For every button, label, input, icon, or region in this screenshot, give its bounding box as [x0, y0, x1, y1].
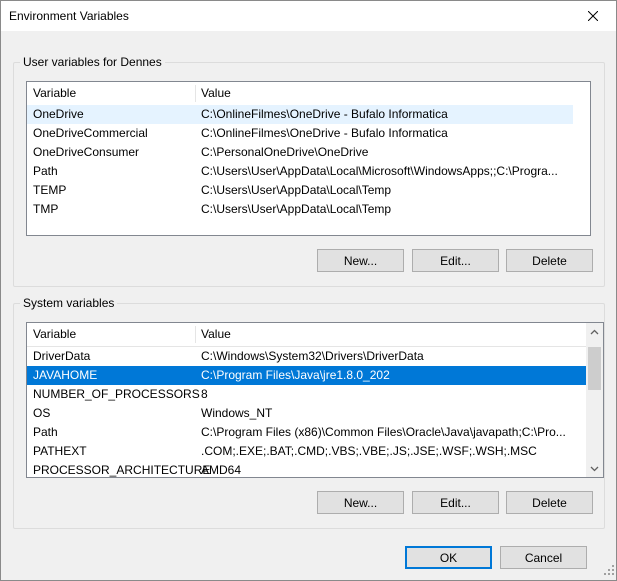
user-variables-group: User variables for Dennes Variable Value… [13, 55, 605, 287]
system-edit-button[interactable]: Edit... [412, 491, 499, 514]
scroll-up-button[interactable] [586, 323, 603, 340]
variable-name: Path [33, 425, 58, 439]
chevron-up-icon [590, 329, 599, 334]
variable-name: PROCESSOR_ARCHITECTURE [33, 463, 211, 477]
column-header-value[interactable]: Value [195, 323, 575, 346]
variable-name: PATHEXT [33, 444, 87, 458]
table-row[interactable]: OS Windows_NT [27, 404, 586, 423]
variable-value: C:\OnlineFilmes\OneDrive - Bufalo Inform… [201, 126, 448, 140]
user-list-header: Variable Value [27, 82, 573, 106]
column-header-variable[interactable]: Variable [27, 82, 195, 105]
variable-name: TMP [33, 202, 59, 216]
system-new-button[interactable]: New... [317, 491, 404, 514]
column-header-value[interactable]: Value [195, 82, 575, 105]
variable-name: OneDrive [33, 107, 84, 121]
window-title: Environment Variables [9, 9, 129, 23]
chevron-down-icon [590, 466, 599, 471]
variable-value: C:\Program Files\Java\jre1.8.0_202 [201, 368, 390, 382]
table-row[interactable]: DriverData C:\Windows\System32\Drivers\D… [27, 347, 586, 366]
title-bar: Environment Variables [1, 1, 616, 31]
close-icon [588, 11, 598, 21]
system-variables-group: System variables Variable Value DriverDa… [13, 296, 605, 529]
variable-value: .COM;.EXE;.BAT;.CMD;.VBS;.VBE;.JS;.JSE;.… [201, 444, 537, 458]
variable-value: C:\Users\User\AppData\Local\Temp [201, 202, 392, 216]
user-variables-rows: OneDrive C:\OnlineFilmes\OneDrive - Bufa… [27, 105, 573, 219]
variable-name: JAVAHOME [33, 368, 98, 382]
system-variables-rows: DriverData C:\Windows\System32\Drivers\D… [27, 347, 586, 477]
table-row[interactable]: OneDriveConsumer C:\PersonalOneDrive\One… [27, 143, 573, 162]
table-row[interactable]: TMP C:\Users\User\AppData\Local\Temp [27, 200, 573, 219]
variable-name: OS [33, 406, 51, 420]
table-row[interactable]: PROCESSOR_ARCHITECTURE AMD64 [27, 461, 586, 477]
variable-name: DriverData [33, 349, 91, 363]
close-button[interactable] [570, 1, 616, 31]
variable-value: C:\Program Files (x86)\Common Files\Orac… [201, 425, 566, 439]
user-edit-button[interactable]: Edit... [412, 249, 499, 272]
table-row[interactable]: Path C:\Program Files (x86)\Common Files… [27, 423, 586, 442]
variable-name: OneDriveCommercial [33, 126, 148, 140]
cancel-button[interactable]: Cancel [500, 546, 587, 569]
user-delete-button[interactable]: Delete [506, 249, 593, 272]
variable-value: C:\Users\User\AppData\Local\Temp [201, 183, 392, 197]
table-row[interactable]: OneDriveCommercial C:\OnlineFilmes\OneDr… [27, 124, 573, 143]
variable-name: TEMP [33, 183, 67, 197]
system-list-header: Variable Value [27, 323, 586, 347]
variable-name: Path [33, 164, 58, 178]
variable-value: C:\OnlineFilmes\OneDrive - Bufalo Inform… [201, 107, 448, 121]
variable-value: Windows_NT [201, 406, 273, 420]
table-row[interactable]: TEMP C:\Users\User\AppData\Local\Temp [27, 181, 573, 200]
variable-value: AMD64 [201, 463, 242, 477]
variable-value: C:\Users\User\AppData\Local\Microsoft\Wi… [201, 164, 558, 178]
resize-grip-icon [604, 565, 614, 575]
ok-button[interactable]: OK [405, 546, 492, 569]
system-list-scrollbar[interactable] [586, 323, 603, 477]
column-header-variable[interactable]: Variable [27, 323, 195, 346]
system-variables-label: System variables [20, 296, 118, 310]
resize-grip[interactable] [604, 564, 614, 578]
system-variables-list[interactable]: Variable Value DriverData C:\Windows\Sys… [26, 322, 604, 478]
user-variables-list[interactable]: Variable Value OneDrive C:\OnlineFilmes\… [26, 81, 591, 236]
environment-variables-dialog: Environment Variables User variables for… [0, 0, 617, 581]
variable-value: C:\Windows\System32\Drivers\DriverData [201, 349, 424, 363]
scroll-thumb[interactable] [588, 347, 601, 390]
variable-value: 8 [201, 387, 208, 401]
table-row-selected[interactable]: JAVAHOME C:\Program Files\Java\jre1.8.0_… [27, 366, 586, 385]
variable-value: C:\PersonalOneDrive\OneDrive [201, 145, 369, 159]
scroll-down-button[interactable] [586, 460, 603, 477]
user-new-button[interactable]: New... [317, 249, 404, 272]
variable-name: OneDriveConsumer [33, 145, 140, 159]
table-row[interactable]: OneDrive C:\OnlineFilmes\OneDrive - Bufa… [27, 105, 573, 124]
table-row[interactable]: NUMBER_OF_PROCESSORS 8 [27, 385, 586, 404]
system-delete-button[interactable]: Delete [506, 491, 593, 514]
table-row[interactable]: Path C:\Users\User\AppData\Local\Microso… [27, 162, 573, 181]
variable-name: NUMBER_OF_PROCESSORS [33, 387, 200, 401]
table-row[interactable]: PATHEXT .COM;.EXE;.BAT;.CMD;.VBS;.VBE;.J… [27, 442, 586, 461]
user-variables-label: User variables for Dennes [20, 55, 165, 69]
